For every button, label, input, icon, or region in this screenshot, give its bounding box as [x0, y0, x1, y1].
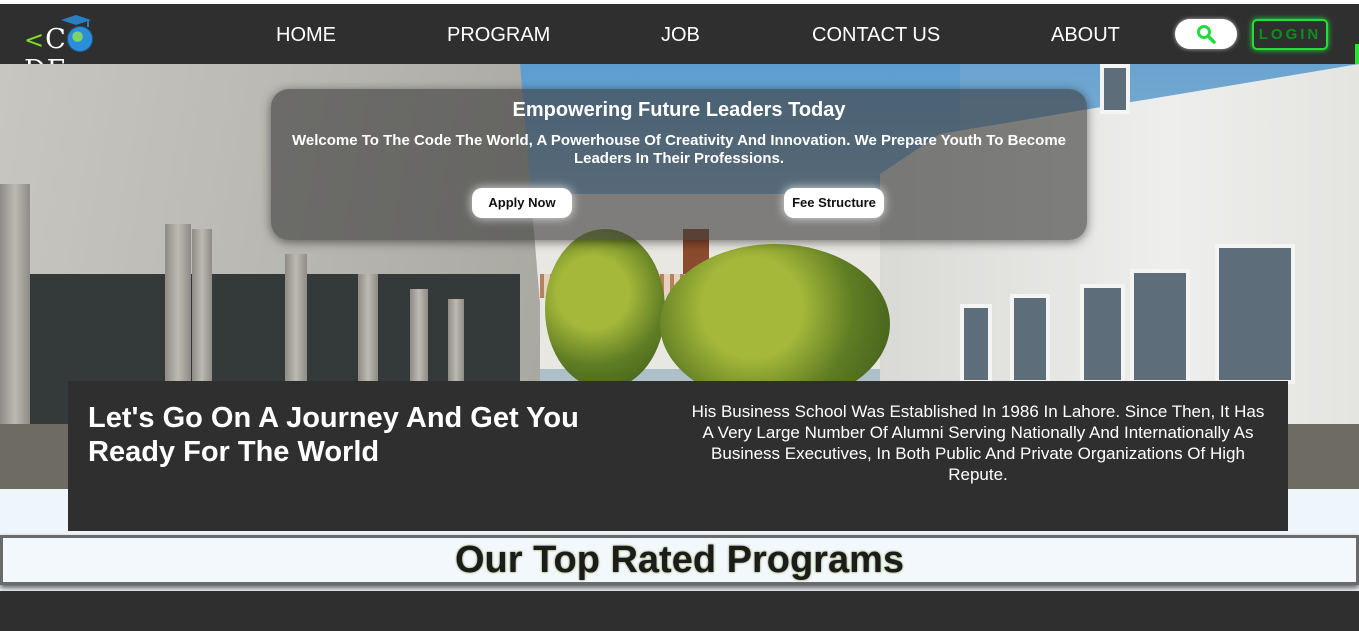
tree — [545, 229, 665, 389]
nav-contact-us[interactable]: CONTACT US — [812, 24, 940, 47]
logo-letter-c: C — [45, 24, 67, 55]
fee-structure-button[interactable]: Fee Structure — [784, 188, 884, 218]
nav-about[interactable]: ABOUT — [1051, 24, 1120, 47]
nav-program[interactable]: PROGRAM — [447, 24, 550, 47]
nav-job[interactable]: JOB — [661, 24, 700, 47]
nav-home[interactable]: HOME — [276, 24, 336, 47]
login-button[interactable]: LOGIN — [1252, 19, 1328, 50]
navbar: <CDE> HOME PROGRAM JOB CONTACT US ABOUT … — [0, 4, 1359, 86]
programs-section — [0, 591, 1359, 631]
school-history-paragraph: His Business School Was Established In 1… — [691, 402, 1265, 484]
window — [1010, 294, 1050, 384]
hero-description: Welcome To The Code The World, A Powerho… — [292, 132, 1066, 167]
programs-title: Our Top Rated Programs — [454, 539, 905, 581]
site-logo[interactable]: <CDE> — [24, 12, 150, 86]
window — [960, 304, 992, 384]
globe-icon — [66, 26, 93, 52]
search-icon — [1197, 25, 1216, 44]
window — [1215, 244, 1295, 384]
window — [1100, 64, 1130, 114]
journey-headline: Let's Go On A Journey And Get You Ready … — [88, 402, 579, 468]
window — [1080, 284, 1125, 384]
programs-heading-bar: Our Top Rated Programs — [0, 535, 1359, 585]
hero-card: Empowering Future Leaders Today Welcome … — [271, 89, 1087, 240]
search-button[interactable] — [1175, 19, 1237, 49]
logo-bracket-left: < — [24, 26, 46, 54]
window — [1130, 269, 1190, 384]
apply-now-button[interactable]: Apply Now — [472, 188, 572, 218]
tree — [660, 244, 890, 404]
info-band: Let's Go On A Journey And Get You Ready … — [68, 381, 1288, 531]
hero-title: Empowering Future Leaders Today — [512, 99, 846, 121]
